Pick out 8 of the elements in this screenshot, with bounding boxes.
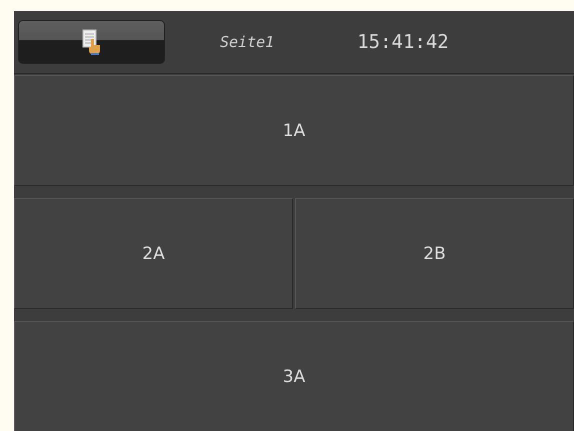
tile-button[interactable]: 2A (14, 198, 293, 309)
page-title: Seite1 (220, 33, 274, 51)
tile-button[interactable]: 2B (295, 198, 574, 309)
clock-time: 15:41:42 (357, 31, 449, 53)
tile-button[interactable]: 3A (14, 321, 574, 431)
tile-button[interactable]: 1A (14, 75, 574, 186)
menu-button[interactable] (18, 20, 165, 64)
document-hand-icon (82, 29, 102, 55)
